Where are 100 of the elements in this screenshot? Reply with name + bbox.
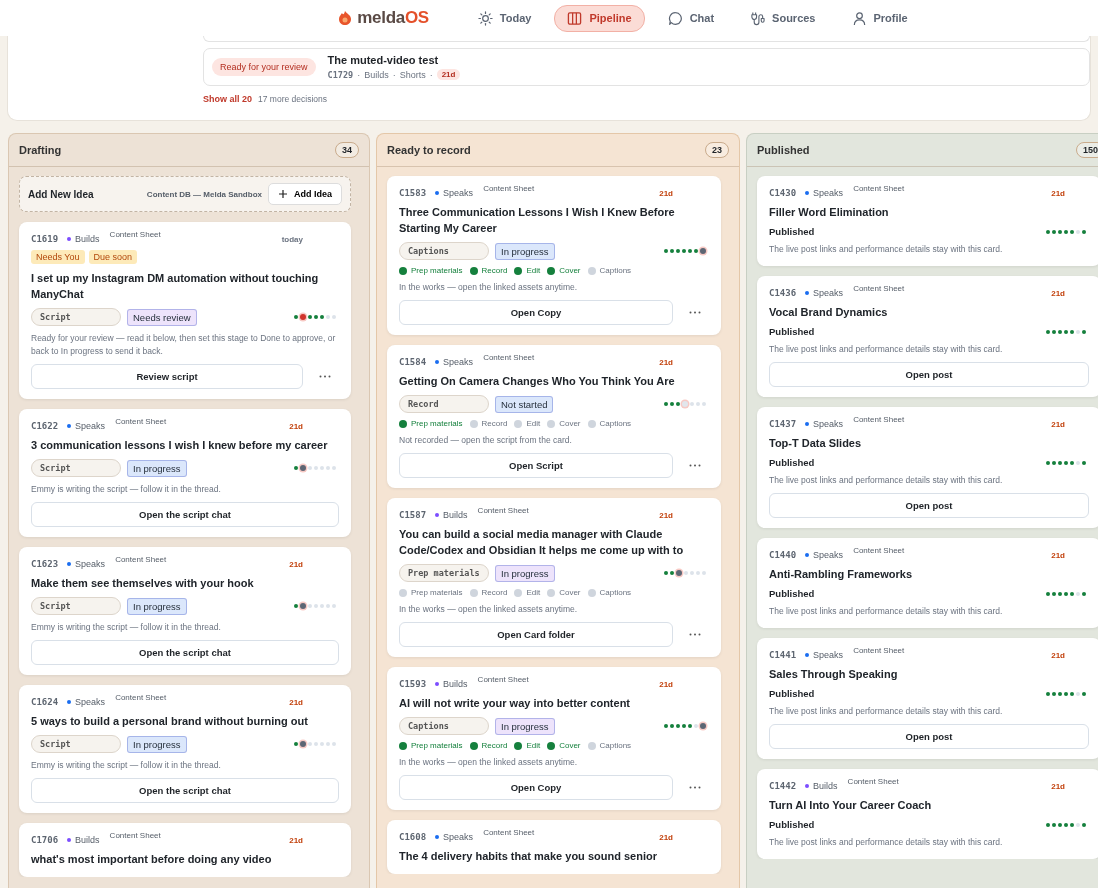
status-label: Published [769, 819, 815, 830]
nav-tab[interactable]: Profile [838, 4, 921, 32]
nav-tab[interactable]: Today [464, 4, 545, 32]
status-label: Published [769, 226, 815, 237]
card-note: Ready for your review — read it below, then set this stage to Done to approve, or back to In progress to send it back. [31, 332, 337, 358]
content-card[interactable]: C1584 Speaks Content Sheet 21d Getting On Camera Changes Who You Think You Are Record Not started Prep materials Record Edit Cover Captions Not recorded — open the script from the card. Open Script [387, 345, 721, 488]
card-age: 21d [289, 697, 303, 707]
card-title: I set up my Instagram DM automation without touching ManyChat [31, 271, 320, 302]
attention-tag: Needs You [31, 250, 85, 264]
add-idea-button[interactable]: Add Idea [268, 183, 342, 205]
chat-icon [667, 10, 683, 26]
card-code: C1593 [399, 679, 427, 689]
content-card[interactable]: C1593 Builds Content Sheet 21d AI will not write your way into better content Captions In progress Prep materials Record Edit Cover Captions In the works — open the linked assets anytime. Open Copy [387, 667, 721, 810]
status-badge: In progress [495, 564, 555, 582]
logo-icon [337, 10, 354, 26]
card-note: In the works — open the linked assets anytime. [399, 281, 579, 294]
content-card[interactable]: C1441 Speaks Content Sheet 21d Sales Through Speaking Published The live post links and performance details stay with this card. Open post [757, 638, 1098, 759]
content-card[interactable]: C1437 Speaks Content Sheet 21d Top-T Data Slides Published The live post links and performance details stay with this card. Open post [757, 407, 1098, 528]
card-age: 21d [1051, 188, 1065, 198]
stage-chip: Record [399, 395, 489, 413]
content-card[interactable]: C1442 Builds Content Sheet 21d Turn AI Into Your Career Coach Published The live post links and performance details stay with this card. [757, 769, 1098, 859]
nav-tab[interactable]: Pipeline [554, 4, 645, 32]
add-idea-title: Add New Idea [28, 188, 95, 200]
card-code: C1436 [769, 288, 797, 298]
content-sheet-label: Content Sheet [115, 555, 167, 564]
card-code: C1584 [399, 357, 427, 367]
card-age: 21d [659, 510, 673, 520]
card-age: 21d [289, 835, 303, 845]
category-label: Speaks [443, 188, 474, 198]
card-action-button[interactable]: Open the script chat [31, 502, 339, 527]
content-card[interactable] [19, 222, 351, 399]
nav-tab[interactable]: Sources [737, 4, 829, 32]
content-sheet-label: Content Sheet [853, 415, 905, 424]
category-label: Speaks [813, 419, 844, 429]
content-card[interactable]: C1623 Speaks Content Sheet 21d Make them see themselves with your hook Script In progress Emmy is writing the script — follow it in the thread. Open the script chat [19, 547, 351, 675]
content-card[interactable]: C1624 Speaks Content Sheet 21d 5 ways to build a personal brand without burning out Script In progress Emmy is writing the script — follow it in the thread. Open the script chat [19, 685, 351, 813]
column-count: 34 [335, 142, 359, 158]
card-action-button[interactable]: Open post [769, 493, 1089, 518]
card-note: In the works — open the linked assets anytime. [399, 603, 579, 616]
category-label: Speaks [443, 832, 474, 842]
card-action-button[interactable]: Open post [769, 724, 1089, 749]
more-icon [689, 633, 701, 636]
card-note: Emmy is writing the script — follow it in the thread. [31, 759, 222, 772]
content-sheet-label: Content Sheet [483, 184, 535, 193]
decision-card[interactable]: Ready for your review The muted-video test C1729 · Builds · Shorts · 21d [203, 48, 1090, 86]
meta-separator: · [429, 69, 433, 80]
checklist-label: Cover [559, 419, 581, 428]
category-label: Speaks [75, 421, 106, 431]
category-label: Speaks [75, 559, 106, 569]
content-card[interactable]: C1608 Speaks Content Sheet 21d The 4 delivery habits that make you sound senior [387, 820, 721, 874]
card-action-button[interactable]: Open Script [399, 453, 673, 478]
card-action-button[interactable]: Open Copy [399, 775, 673, 800]
content-sheet-label: Content Sheet [853, 284, 905, 293]
card-code: C1441 [769, 650, 797, 660]
content-sheet-label: Content Sheet [115, 417, 167, 426]
card-code: C1587 [399, 510, 427, 520]
card-age: 21d [1051, 550, 1065, 560]
content-card[interactable]: C1430 Speaks Content Sheet 21d Filler Word Elimination Published The live post links and performance details stay with this card. [757, 176, 1098, 266]
card-action-button[interactable]: Open the script chat [31, 778, 339, 803]
card-action-button[interactable]: Open post [769, 362, 1089, 387]
card-note: Emmy is writing the script — follow it in the thread. [31, 621, 222, 634]
meta-label: Builds [364, 69, 389, 80]
card-age: 21d [659, 357, 673, 367]
nav-tab[interactable]: Chat [654, 4, 728, 32]
card-age: 21d [1051, 419, 1065, 429]
content-card[interactable]: C1622 Speaks Content Sheet 21d 3 communication lessons I wish I knew before my career Script In progress Emmy is writing the script — follow it in the thread. Open the script chat [19, 409, 351, 537]
stage-chip: Script [31, 735, 121, 753]
content-card[interactable]: C1436 Speaks Content Sheet 21d Vocal Brand Dynamics Published The live post links and performance details stay with this card. Open post [757, 276, 1098, 397]
card-action-button[interactable]: Review script [31, 364, 303, 389]
content-card[interactable]: C1706 Builds Content Sheet 21d what's most important before doing any video [19, 823, 351, 877]
card-note: The live post links and performance details stay with this card. [769, 474, 1004, 487]
content-card[interactable] [387, 176, 721, 335]
card-age: today [281, 234, 303, 244]
card-code: C1623 [31, 559, 59, 569]
status-badge: Needs review [127, 308, 197, 326]
category-label: Builds [75, 835, 100, 845]
card-action-button[interactable]: Open Copy [399, 300, 673, 325]
card-action-button[interactable]: Open Card folder [399, 622, 673, 647]
card-note: Not recorded — open the script from the card. [399, 434, 573, 447]
checklist-label: Record [481, 741, 508, 750]
card-action-button[interactable]: Open the script chat [31, 640, 339, 665]
checklist-label: Record [481, 266, 508, 275]
content-sheet-label: Content Sheet [477, 506, 529, 515]
card-code: C1583 [399, 188, 427, 198]
stage-chip: Script [31, 308, 121, 326]
card-note: The live post links and performance details stay with this card. [769, 605, 1004, 618]
status-badge: In progress [495, 242, 555, 260]
show-all-link[interactable]: Show all 20 [203, 94, 253, 104]
app-logo-text: meldaOS [357, 8, 429, 28]
checklist-label: Record [481, 588, 508, 597]
review-status-badge: Ready for your review [212, 58, 316, 76]
card-note: The live post links and performance details stay with this card. [769, 705, 1004, 718]
checklist-label: Captions [599, 419, 632, 428]
content-db-label: Content DB — Melda Sandbox [146, 189, 262, 199]
content-card[interactable]: C1440 Speaks Content Sheet 21d Anti-Rambling Frameworks Published The live post links and performance details stay with this card. [757, 538, 1098, 628]
content-card[interactable] [387, 498, 721, 657]
card-code: C1622 [31, 421, 59, 431]
status-badge: In progress [127, 735, 187, 753]
columns-icon [567, 10, 583, 26]
card-code: C1729 [327, 69, 354, 80]
